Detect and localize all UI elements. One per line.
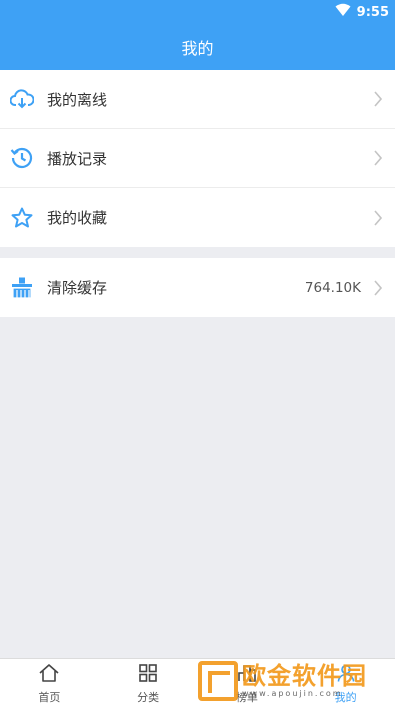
chevron-right-icon [373, 150, 383, 166]
cache-size: 764.10K [304, 279, 361, 296]
chevron-right-icon [373, 209, 383, 226]
watermark-title: 欧金软件园 [242, 662, 367, 690]
history-icon [10, 146, 34, 170]
cache-group: 清除缓存 764.10K [0, 258, 395, 317]
wifi-icon [335, 3, 351, 21]
grid-icon [138, 663, 158, 687]
home-icon [38, 663, 60, 687]
chevron-right-icon [373, 279, 383, 296]
star-icon [10, 206, 34, 230]
menu-label: 我的离线 [47, 90, 108, 109]
menu-group: 我的离线 播放记录 我的收藏 [0, 70, 395, 247]
status-bar: 9:55 [0, 0, 395, 24]
tab-category[interactable]: 分类 [99, 659, 198, 708]
cloud-download-icon [10, 87, 34, 111]
page-title: 我的 [181, 39, 214, 58]
tab-home[interactable]: 首页 [0, 659, 99, 708]
menu-label: 我的收藏 [47, 209, 108, 227]
clear-cache-label: 清除缓存 [47, 279, 108, 297]
app-bar: 我的 [0, 24, 395, 70]
status-time: 9:55 [356, 4, 389, 20]
menu-item-offline[interactable]: 我的离线 [0, 70, 395, 129]
menu-item-history[interactable]: 播放记录 [0, 129, 395, 188]
tab-label: 分类 [137, 690, 160, 704]
watermark-logo-icon [198, 661, 238, 701]
menu-item-favorites[interactable]: 我的收藏 [0, 188, 395, 247]
watermark: 欧金软件园 www.apoujin.com [198, 660, 386, 702]
chevron-right-icon [373, 91, 383, 107]
clear-cache-row[interactable]: 清除缓存 764.10K [0, 258, 395, 317]
menu-label: 播放记录 [47, 149, 108, 168]
tab-label: 首页 [38, 690, 61, 704]
brush-icon [10, 276, 34, 300]
watermark-url: www.apoujin.com [242, 689, 343, 698]
